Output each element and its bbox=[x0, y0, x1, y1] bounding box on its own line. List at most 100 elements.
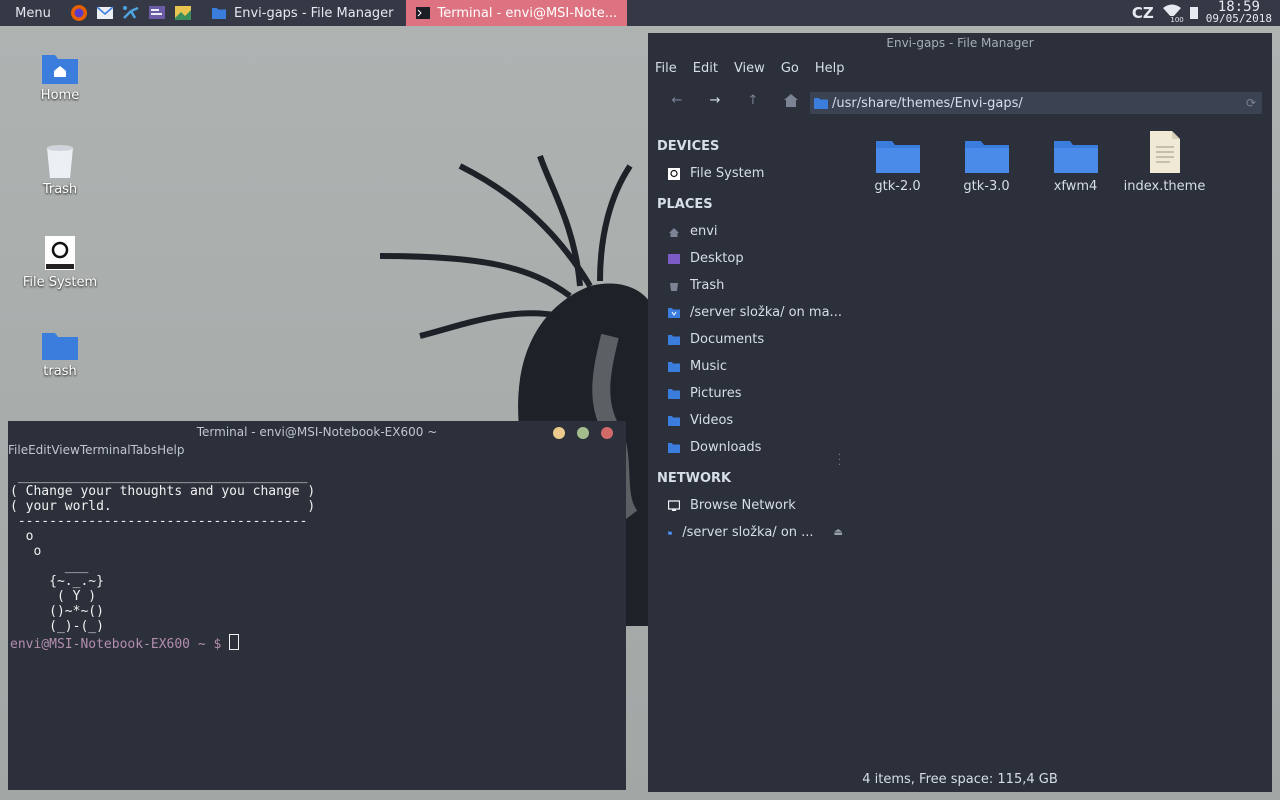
desktop-icon bbox=[668, 253, 680, 264]
up-button[interactable]: ↑ bbox=[734, 86, 772, 114]
trash-icon bbox=[47, 145, 73, 178]
keyboard-layout-indicator[interactable]: CZ bbox=[1132, 4, 1154, 22]
terminal-icon bbox=[415, 7, 430, 19]
sidebar-item-label: Desktop bbox=[690, 251, 744, 266]
sidebar-item-videos[interactable]: Videos bbox=[648, 407, 843, 434]
taskbar-item-terminal[interactable]: Terminal - envi@MSI-Note... bbox=[405, 0, 628, 26]
desktop-icon-label: trash bbox=[43, 364, 77, 379]
settings-icon[interactable] bbox=[144, 0, 170, 26]
system-tray: CZ 100 18:59 09/05/2018 bbox=[1132, 0, 1280, 26]
back-button[interactable]: ← bbox=[658, 86, 696, 114]
menu-edit[interactable]: Edit bbox=[693, 61, 718, 76]
desktop-icon-label: Home bbox=[40, 88, 80, 103]
menu-file[interactable]: File bbox=[655, 61, 677, 76]
sidebar-item-file-system[interactable]: File System bbox=[648, 160, 843, 187]
sidebar-item-browse-network[interactable]: Browse Network bbox=[648, 492, 843, 519]
file-view: gtk-2.0 gtk-3.0 xfwm4 index.theme bbox=[853, 131, 1209, 194]
home-icon bbox=[669, 227, 679, 237]
text-cursor bbox=[229, 634, 240, 650]
drive-icon bbox=[668, 167, 680, 180]
desktop-icon-home[interactable]: Home bbox=[10, 52, 110, 103]
shell-prompt: envi@MSI-Notebook-EX600 ~ $ bbox=[10, 637, 230, 652]
close-button[interactable] bbox=[601, 427, 613, 439]
sidebar-item-documents[interactable]: Documents bbox=[648, 326, 843, 353]
network-folder-icon bbox=[668, 307, 680, 318]
window-title: Terminal - envi@MSI-Notebook-EX600 ~ bbox=[196, 425, 438, 439]
tools-icon[interactable] bbox=[118, 0, 144, 26]
status-bar: 4 items, Free space: 115,4 GB bbox=[862, 772, 1058, 787]
folder-icon bbox=[875, 141, 920, 173]
arrow-right-icon: → bbox=[709, 92, 721, 108]
menu-terminal[interactable]: Terminal bbox=[80, 443, 131, 463]
sidebar-section-places: PLACES bbox=[657, 197, 713, 212]
sidebar-item-label: envi bbox=[690, 224, 718, 239]
taskbar-item-file-manager[interactable]: Envi-gaps - File Manager bbox=[202, 0, 404, 26]
menu-button[interactable]: Menu bbox=[0, 6, 66, 21]
window-title: Envi-gaps - File Manager bbox=[886, 36, 1034, 50]
terminal-titlebar[interactable]: Terminal - envi@MSI-Notebook-EX600 ~ bbox=[8, 421, 626, 443]
clock[interactable]: 18:59 09/05/2018 bbox=[1206, 0, 1272, 25]
sidebar-item-desktop[interactable]: Desktop bbox=[648, 245, 843, 272]
file-name: index.theme bbox=[1123, 179, 1206, 194]
trash-icon bbox=[670, 282, 678, 291]
menu-go[interactable]: Go bbox=[781, 61, 799, 76]
menu-file[interactable]: File bbox=[8, 443, 28, 463]
file-item-gtk-3[interactable]: gtk-3.0 bbox=[942, 139, 1031, 194]
folder-icon bbox=[1053, 141, 1098, 173]
sidebar: DEVICES File System PLACES envi Desktop … bbox=[648, 129, 843, 546]
mail-icon[interactable] bbox=[92, 0, 118, 26]
arrow-up-icon: ↑ bbox=[747, 92, 759, 108]
downloads-folder-icon bbox=[668, 442, 680, 453]
terminal-prompt-line[interactable]: envi@MSI-Notebook-EX600 ~ $ bbox=[8, 634, 626, 652]
menu-help[interactable]: Help bbox=[157, 443, 184, 463]
wifi-icon[interactable]: 100 bbox=[1162, 4, 1184, 24]
menu-help[interactable]: Help bbox=[815, 61, 845, 76]
home-folder-icon bbox=[42, 55, 78, 84]
menu-tabs[interactable]: Tabs bbox=[131, 443, 158, 463]
sidebar-item-server-share-network[interactable]: /server složka/ on ... ⏏ bbox=[648, 519, 843, 546]
sidebar-item-label: Trash bbox=[690, 278, 725, 293]
sidebar-item-label: File System bbox=[690, 166, 765, 181]
sidebar-item-envi[interactable]: envi bbox=[648, 218, 843, 245]
menu-view[interactable]: View bbox=[51, 443, 79, 463]
videos-folder-icon bbox=[668, 415, 680, 426]
home-button[interactable] bbox=[772, 86, 810, 114]
location-bar[interactable]: /usr/share/themes/Envi-gaps/ ⟳ bbox=[810, 92, 1262, 114]
sidebar-item-label: Videos bbox=[690, 413, 734, 428]
file-item-gtk-2[interactable]: gtk-2.0 bbox=[853, 139, 942, 194]
minimize-button[interactable] bbox=[553, 427, 565, 439]
folder-icon bbox=[42, 333, 78, 360]
battery-icon[interactable] bbox=[1189, 7, 1198, 19]
eject-icon[interactable]: ⏏ bbox=[834, 527, 843, 538]
desktop-icon-trash[interactable]: Trash bbox=[10, 142, 110, 197]
file-name: gtk-3.0 bbox=[963, 179, 1010, 194]
file-item-xfwm4[interactable]: xfwm4 bbox=[1031, 139, 1120, 194]
sidebar-item-pictures[interactable]: Pictures bbox=[648, 380, 843, 407]
file-item-index-theme[interactable]: index.theme bbox=[1120, 131, 1209, 194]
reload-icon[interactable]: ⟳ bbox=[1246, 96, 1256, 110]
maximize-button[interactable] bbox=[577, 427, 589, 439]
home-icon bbox=[784, 93, 798, 107]
forward-button[interactable]: → bbox=[696, 86, 734, 114]
sidebar-item-trash[interactable]: Trash bbox=[648, 272, 843, 299]
desktop-icon-file-system[interactable]: File System bbox=[10, 235, 110, 290]
sidebar-item-music[interactable]: Music bbox=[648, 353, 843, 380]
image-viewer-icon[interactable] bbox=[170, 0, 196, 26]
sidebar-item-downloads[interactable]: Downloads bbox=[648, 434, 843, 461]
location-path: /usr/share/themes/Envi-gaps/ bbox=[832, 95, 1023, 111]
sidebar-item-label: Music bbox=[690, 359, 727, 374]
sidebar-item-server-share[interactable]: /server složka/ on ma... bbox=[648, 299, 843, 326]
documents-folder-icon bbox=[668, 334, 680, 345]
sidebar-item-label: /server složka/ on ma... bbox=[690, 305, 842, 320]
terminal-window: Terminal - envi@MSI-Notebook-EX600 ~ Fil… bbox=[8, 421, 626, 790]
desktop-icon-trash-folder[interactable]: trash bbox=[10, 330, 110, 379]
firefox-icon[interactable] bbox=[66, 0, 92, 26]
desktop-icon-label: File System bbox=[22, 275, 98, 290]
sidebar-item-label: Pictures bbox=[690, 386, 742, 401]
sidebar-resize-handle[interactable]: · · · bbox=[838, 451, 841, 471]
menu-edit[interactable]: Edit bbox=[28, 443, 51, 463]
menu-view[interactable]: View bbox=[734, 61, 765, 76]
sidebar-section-devices: DEVICES bbox=[657, 139, 720, 154]
top-panel: Menu Envi-gaps - File Manager Terminal -… bbox=[0, 0, 1280, 26]
file-manager-titlebar[interactable]: Envi-gaps - File Manager bbox=[648, 33, 1272, 55]
